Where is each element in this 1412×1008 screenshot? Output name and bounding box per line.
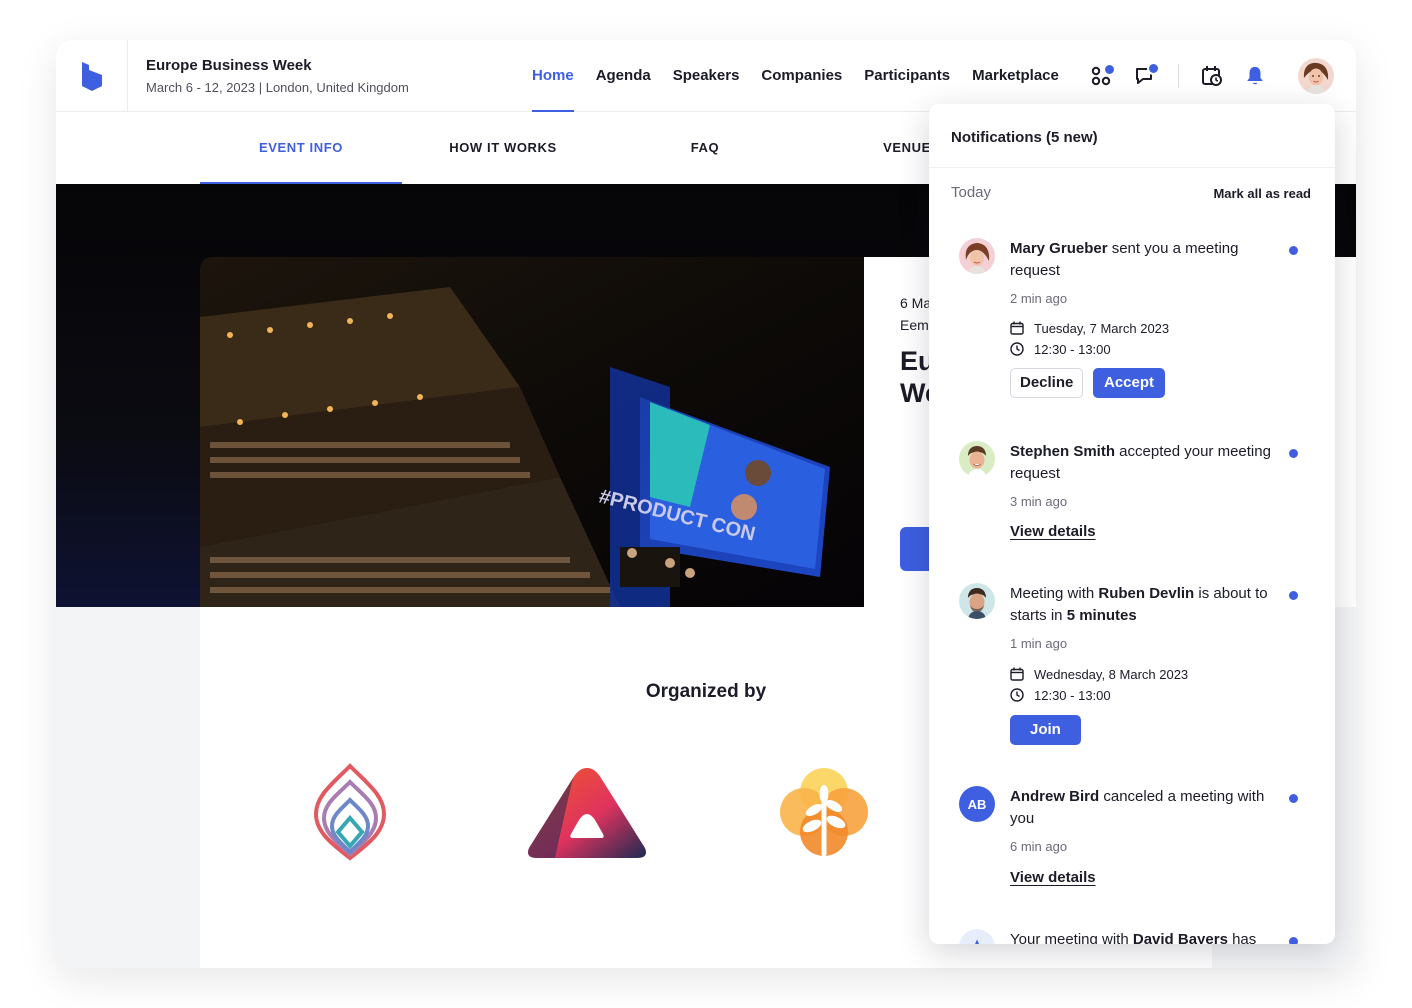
meeting-date: Wednesday, 8 March 2023 [1034, 666, 1189, 682]
meeting-date: Tuesday, 7 March 2023 [1034, 320, 1170, 336]
nav-marketplace[interactable]: Marketplace [972, 40, 1059, 112]
unread-dot [1289, 937, 1298, 944]
tab-faq[interactable]: FAQ [604, 112, 806, 184]
notification-meeting-reminder: Your meeting with David Bayers has [929, 929, 1335, 944]
notification-text: Andrew Bird canceled a meeting with you [1010, 786, 1278, 830]
top-navigation-bar: Europe Business Week March 6 - 12, 2023 … [56, 40, 1356, 112]
nav-agenda[interactable]: Agenda [596, 40, 651, 112]
notification-text: Mary Grueber sent you a meeting request [1010, 238, 1278, 282]
conference-photo: #PRODUCT CON [200, 257, 866, 607]
meeting-hours: 12:30 - 13:00 [1034, 687, 1111, 703]
notifications-header: Notifications (5 new) [951, 129, 1098, 146]
apps-badge [1103, 63, 1116, 76]
notification-prefix: Your meeting with [1010, 931, 1133, 944]
calendar-icon [1010, 321, 1024, 335]
avatar-ruben-devlin [959, 583, 995, 619]
toolbar-divider [1178, 64, 1179, 88]
tab-event-info[interactable]: EVENT INFO [200, 112, 402, 184]
notification-text: Stephen Smith accepted your meeting requ… [1010, 441, 1278, 485]
diamond-logo[interactable] [300, 762, 400, 862]
unread-dot [1289, 794, 1298, 803]
event-date: 6 Ma [900, 295, 932, 311]
sender-name: Mary Grueber [1010, 240, 1108, 257]
calendar-button[interactable] [1198, 62, 1226, 90]
calendar-clock-icon [1202, 66, 1222, 86]
notification-text: Your meeting with David Bayers has [1010, 929, 1278, 944]
notification-time: 2 min ago [1010, 291, 1068, 306]
main-nav: Home Agenda Speakers Companies Participa… [532, 40, 1059, 112]
notifications-divider [929, 167, 1335, 168]
notification-time: 6 min ago [1010, 839, 1068, 854]
nav-home[interactable]: Home [532, 40, 574, 112]
avatar-stephen-smith [959, 441, 995, 477]
meeting-time-row: 12:30 - 13:00 [1010, 686, 1111, 704]
notification-prefix: Meeting with [1010, 585, 1099, 602]
bell-icon [1247, 66, 1263, 85]
meeting-time-row: 12:30 - 13:00 [1010, 340, 1111, 358]
avatar-image [959, 238, 995, 274]
chat-badge [1147, 62, 1160, 75]
nav-companies[interactable]: Companies [761, 40, 842, 112]
event-place: Eem [900, 317, 929, 333]
notifications-button[interactable] [1241, 62, 1269, 90]
unread-dot [1289, 591, 1298, 600]
triangle-logo-icon [528, 768, 646, 858]
unread-dot [1289, 246, 1298, 255]
meeting-date-row: Tuesday, 7 March 2023 [1010, 319, 1169, 337]
clock-icon [1010, 688, 1024, 702]
accept-button[interactable]: Accept [1093, 368, 1166, 398]
event-title: Europe Business Week [146, 57, 312, 74]
notification-emphasis: 5 minutes [1066, 607, 1137, 624]
meeting-date-row: Wednesday, 8 March 2023 [1010, 665, 1188, 683]
tab-how-it-works[interactable]: HOW IT WORKS [402, 112, 604, 184]
notification-meeting-request: Mary Grueber sent you a meeting request … [929, 238, 1335, 408]
sender-name: Stephen Smith [1010, 443, 1116, 460]
notification-accepted: Stephen Smith accepted your meeting requ… [929, 441, 1335, 551]
decline-button[interactable]: Decline [1010, 368, 1084, 398]
view-details-link[interactable]: View details [1010, 869, 1096, 886]
meeting-hours: 12:30 - 13:00 [1034, 341, 1111, 357]
apps-button[interactable] [1088, 62, 1116, 90]
brand-logo-icon [81, 62, 102, 91]
nav-speakers[interactable]: Speakers [673, 40, 740, 112]
mark-all-read-button[interactable]: Mark all as read [1213, 186, 1311, 201]
notifications-panel: Notifications (5 new) Today Mark all as … [929, 104, 1335, 944]
calendar-icon [1010, 667, 1024, 681]
diamond-logo-icon [313, 763, 387, 861]
avatar-mary-grueber [959, 238, 995, 274]
notification-text: Meeting with Ruben Devlin is about to st… [1010, 583, 1278, 627]
nav-participants[interactable]: Participants [864, 40, 950, 112]
unread-dot [1289, 449, 1298, 458]
notification-time: 3 min ago [1010, 494, 1068, 509]
avatar-image [959, 441, 995, 477]
sender-name: Andrew Bird [1010, 788, 1100, 805]
triangle-logo[interactable] [525, 762, 649, 862]
user-avatar[interactable] [1298, 58, 1334, 94]
clock-icon [1010, 342, 1024, 356]
notification-time: 1 min ago [1010, 636, 1068, 651]
notification-message: has [1227, 931, 1257, 944]
notifications-group-label: Today [951, 184, 992, 201]
view-details-link[interactable]: View details [1010, 523, 1096, 540]
join-button[interactable]: Join [1010, 715, 1081, 745]
avatar-image [959, 583, 995, 619]
conference-hall-image: #PRODUCT CON [200, 257, 866, 607]
tree-logo-icon [780, 768, 868, 857]
star-avatar [959, 929, 995, 944]
logo[interactable] [56, 40, 128, 112]
avatar-andrew-bird: AB [959, 786, 995, 822]
chat-button[interactable] [1132, 62, 1160, 90]
star-icon [975, 939, 979, 944]
tree-logo[interactable] [774, 762, 874, 862]
sender-name: Ruben Devlin [1098, 585, 1195, 602]
user-avatar-image [1298, 58, 1334, 94]
event-subtitle: March 6 - 12, 2023 | London, United King… [146, 80, 409, 95]
sender-name: David Bayers [1132, 931, 1228, 944]
notification-meeting-starting: Meeting with Ruben Devlin is about to st… [929, 583, 1335, 753]
notification-canceled: AB Andrew Bird canceled a meeting with y… [929, 786, 1335, 896]
